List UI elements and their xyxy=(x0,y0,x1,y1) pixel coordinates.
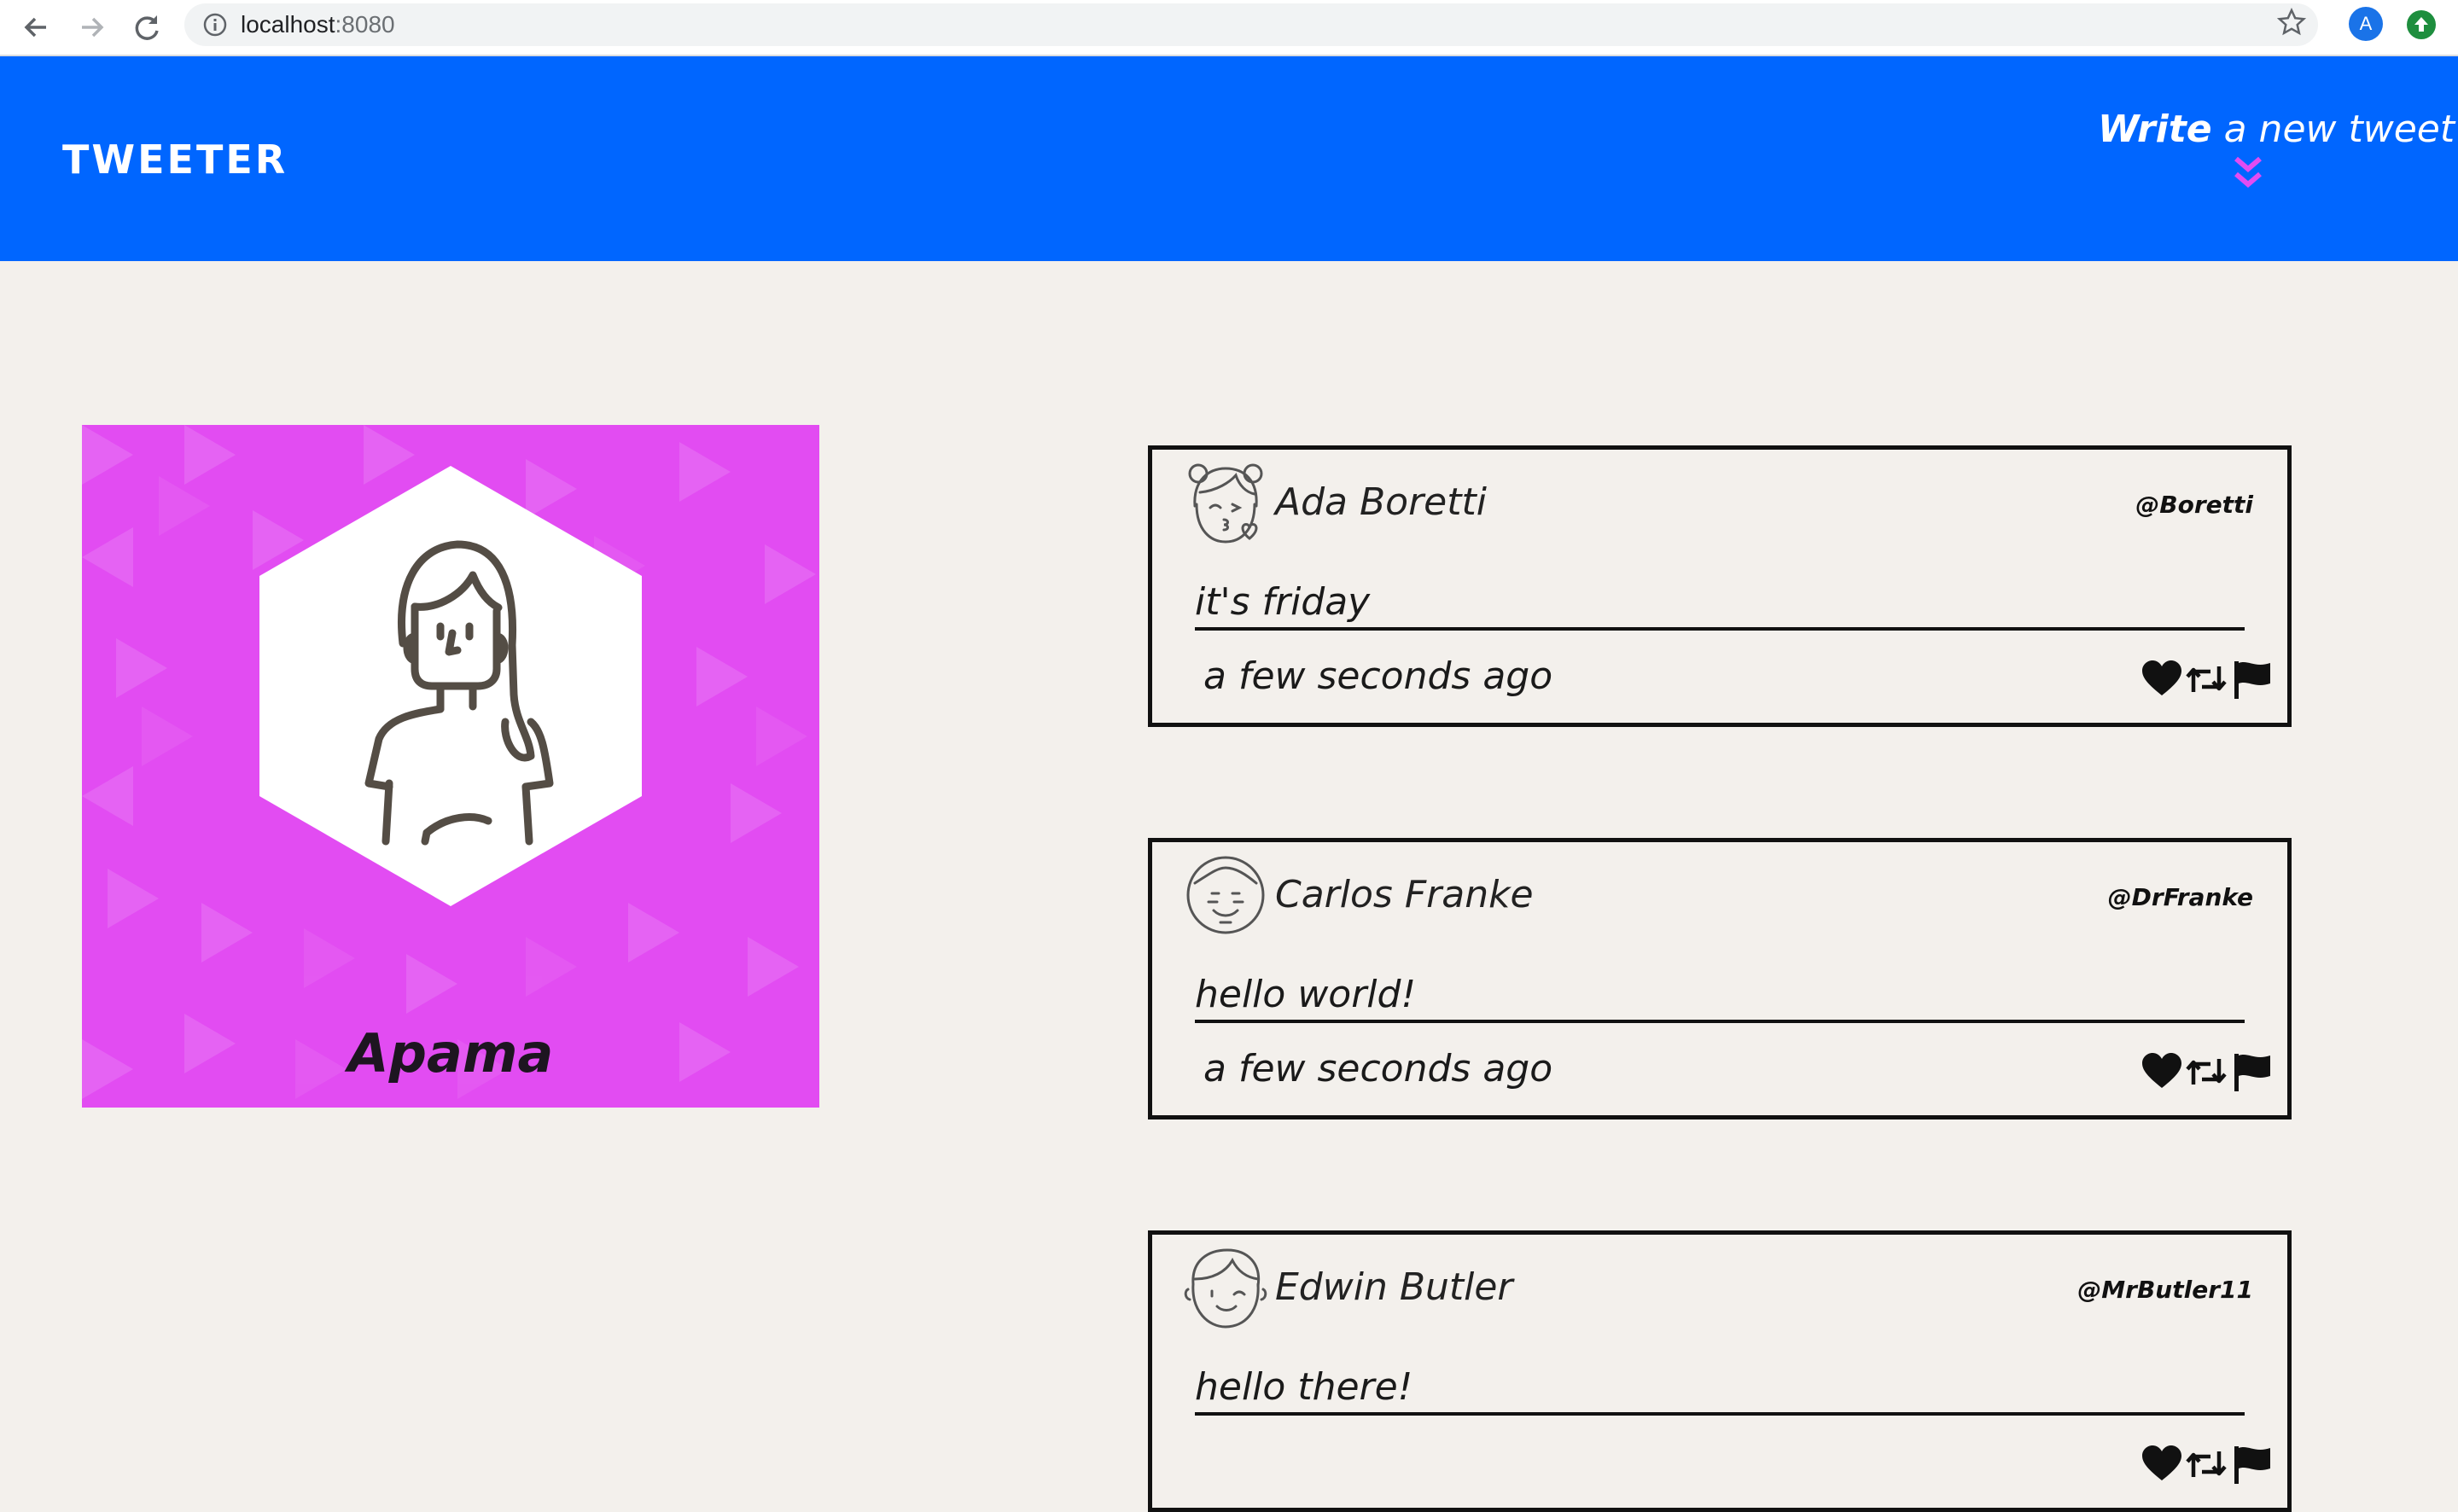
tweet-author-name[interactable]: Carlos Franke xyxy=(1275,873,1534,916)
tweet-author-name[interactable]: Edwin Butler xyxy=(1275,1265,1513,1309)
profile-name: Apama xyxy=(347,1022,554,1085)
girl-kiss-face-icon xyxy=(1188,463,1263,544)
double-chevron-down-icon[interactable] xyxy=(2231,154,2265,196)
profile-avatar-hexagon xyxy=(259,466,642,906)
boy-wink-face-icon xyxy=(1184,1248,1267,1329)
app-header: TWEETER Write a new tweet xyxy=(0,56,2458,261)
retweet-icon[interactable] xyxy=(2185,1443,2228,1486)
tweet-actions xyxy=(2141,1050,2277,1095)
profile-card: Apama xyxy=(82,425,819,1108)
tweet-author-name[interactable]: Ada Boretti xyxy=(1275,480,1487,524)
flag-icon[interactable] xyxy=(2231,658,2274,701)
address-bar[interactable]: localhost:8080 xyxy=(184,3,2318,46)
url-host: localhost xyxy=(241,11,335,38)
brand-logo[interactable]: TWEETER xyxy=(62,137,288,183)
tweet-timestamp: a few seconds ago xyxy=(1203,654,1553,698)
tweet-author-handle[interactable]: @Boretti xyxy=(2135,491,2253,519)
back-arrow-icon[interactable] xyxy=(17,9,55,46)
forward-arrow-icon[interactable] xyxy=(73,9,111,46)
tweet-card: Ada Boretti @Boretti it's friday a few s… xyxy=(1148,445,2292,727)
tweet-timestamp: a few seconds ago xyxy=(1203,1047,1553,1090)
heart-icon[interactable] xyxy=(2141,1443,2183,1486)
reload-icon[interactable] xyxy=(128,9,166,46)
update-arrow-icon[interactable] xyxy=(2407,10,2436,39)
retweet-icon[interactable] xyxy=(2185,658,2228,701)
tweet-card: Carlos Franke @DrFranke hello world! a f… xyxy=(1148,838,2292,1119)
tweet-actions xyxy=(2141,658,2277,702)
flag-icon[interactable] xyxy=(2231,1443,2274,1486)
flag-icon[interactable] xyxy=(2231,1050,2274,1093)
write-tweet-link[interactable]: Write a new tweet xyxy=(2098,108,2455,151)
browser-profile-avatar[interactable]: A xyxy=(2349,7,2383,41)
write-link-rest: a new tweet xyxy=(2211,108,2455,151)
retweet-icon[interactable] xyxy=(2185,1050,2228,1093)
browser-toolbar: localhost:8080 A xyxy=(0,0,2458,56)
tweet-card: Edwin Butler @MrButler11 hello there! xyxy=(1148,1230,2292,1512)
url-text[interactable]: localhost:8080 xyxy=(241,11,395,38)
tweet-text: hello world! xyxy=(1195,970,2245,1023)
site-info-icon[interactable] xyxy=(201,11,229,38)
heart-icon[interactable] xyxy=(2141,658,2183,701)
heart-icon[interactable] xyxy=(2141,1050,2183,1093)
tweet-text: it's friday xyxy=(1195,578,2245,631)
write-link-strong: Write xyxy=(2098,108,2212,151)
bookmark-star-icon[interactable] xyxy=(2276,7,2307,37)
tweet-author-handle[interactable]: @DrFranke xyxy=(2108,883,2253,911)
man-smile-face-icon xyxy=(1186,856,1265,934)
tweet-text: hello there! xyxy=(1195,1363,2245,1416)
tweet-author-handle[interactable]: @MrButler11 xyxy=(2077,1276,2253,1304)
url-port: :8080 xyxy=(335,11,395,38)
tweet-actions xyxy=(2141,1443,2277,1487)
